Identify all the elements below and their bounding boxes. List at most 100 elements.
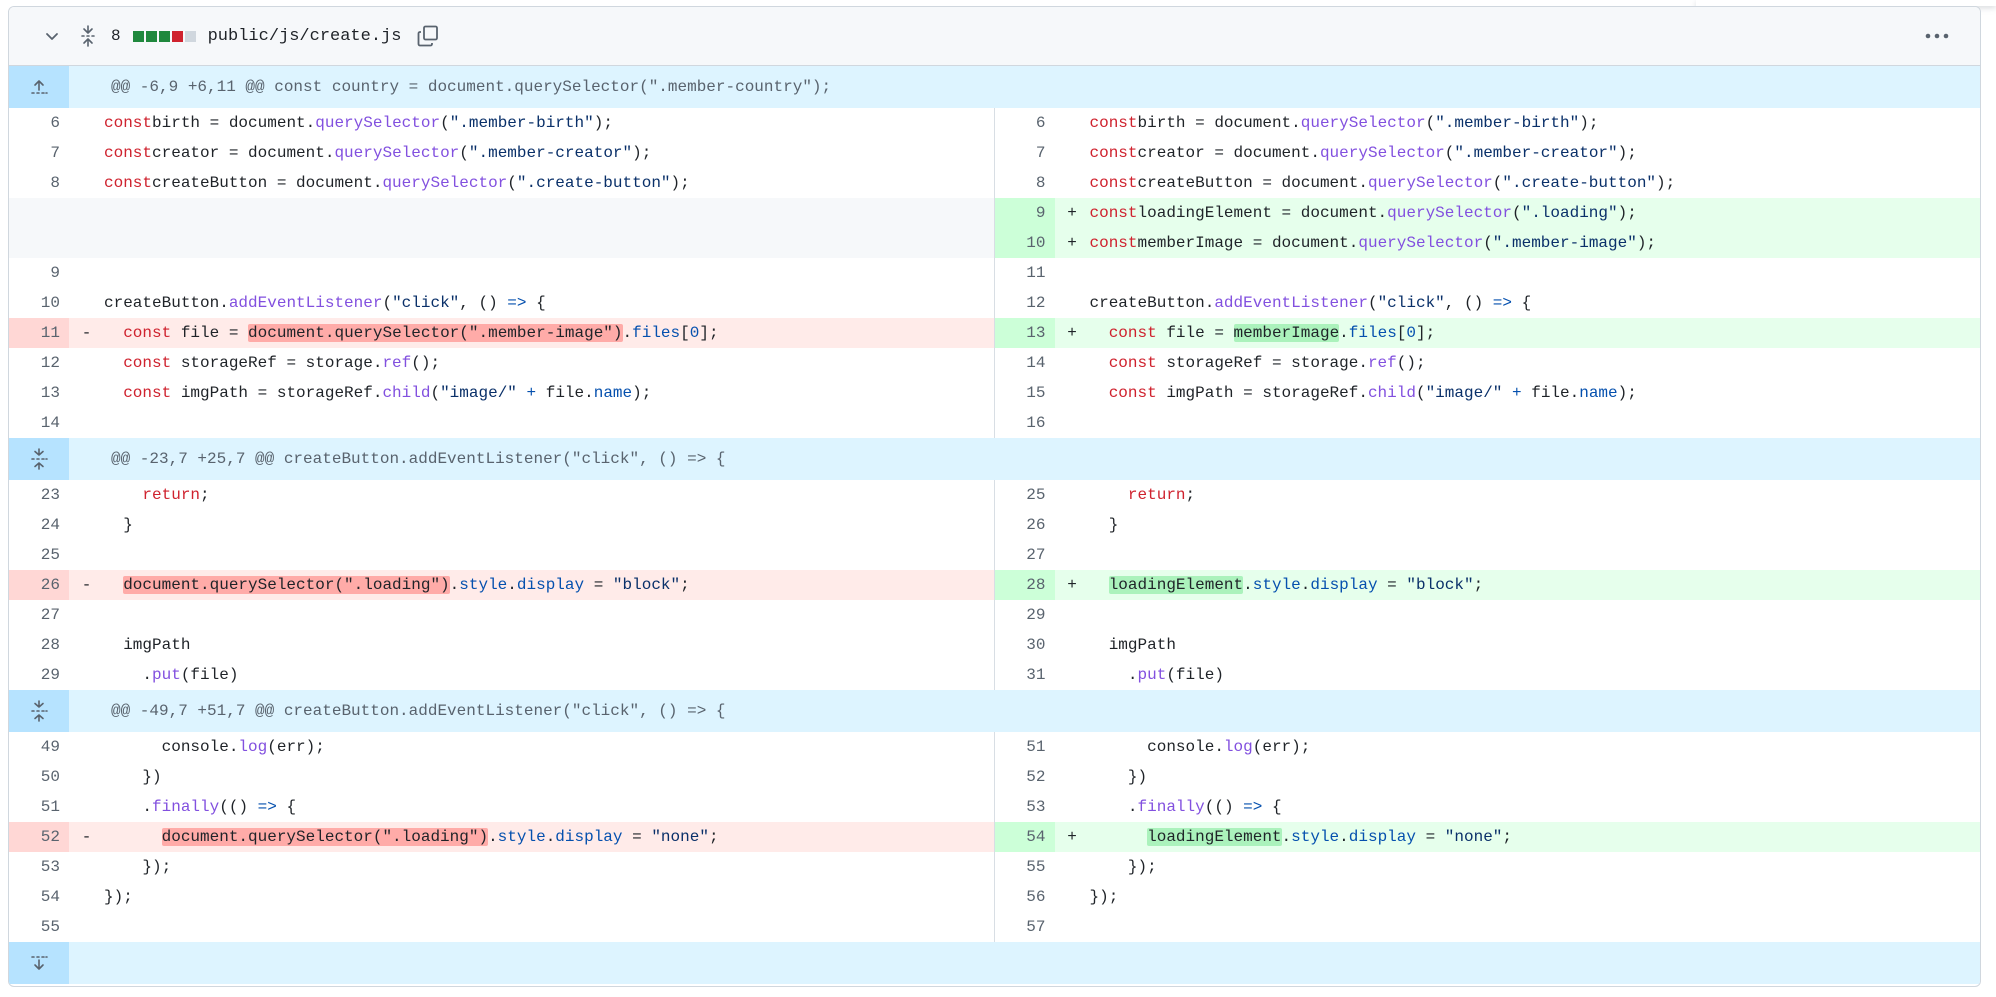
right-cell: 11 <box>995 258 1981 288</box>
line-number[interactable]: 28 <box>994 570 1055 600</box>
line-number[interactable]: 54 <box>9 882 69 912</box>
line-number[interactable]: 25 <box>9 540 69 570</box>
line-number[interactable]: 52 <box>995 762 1055 792</box>
left-cell: 24 } <box>9 510 995 540</box>
left-cell: 55 <box>9 912 995 942</box>
code-text: imgPath <box>1089 636 1176 654</box>
line-number[interactable]: 27 <box>995 540 1055 570</box>
line-number[interactable]: 8 <box>995 168 1055 198</box>
code-text: . <box>104 798 153 816</box>
code-text: (err); <box>1252 738 1311 756</box>
line-number[interactable]: 51 <box>995 732 1055 762</box>
code-token-hl-add: loadingElement <box>1108 576 1244 594</box>
left-cell: 7 constcreator = document.querySelector("… <box>9 138 995 168</box>
line-number[interactable]: 29 <box>995 600 1055 630</box>
unfold-icon[interactable] <box>9 438 69 480</box>
code-text: ); <box>1656 174 1676 192</box>
code-token-kw: const <box>104 174 153 192</box>
file-path[interactable]: public/js/create.js <box>208 27 402 46</box>
diff-marker <box>1055 630 1090 660</box>
code-token-kw: const <box>123 384 172 402</box>
code-token-prop: display <box>555 828 623 846</box>
right-cell: 25 return; <box>995 480 1981 510</box>
line-number[interactable]: 23 <box>9 480 69 510</box>
code-text: ; <box>1185 486 1196 504</box>
line-number[interactable]: 11 <box>9 318 69 348</box>
code-text: birth = document. <box>1137 114 1301 132</box>
line-number[interactable]: 56 <box>995 882 1055 912</box>
unfold-icon[interactable] <box>9 690 69 732</box>
diff-marker <box>69 288 104 318</box>
diff-marker <box>1055 732 1090 762</box>
line-number[interactable]: 57 <box>995 912 1055 942</box>
line-number[interactable]: 7 <box>995 138 1055 168</box>
line-number[interactable]: 6 <box>995 108 1055 138</box>
line-number[interactable]: 11 <box>995 258 1055 288</box>
line-number[interactable]: 12 <box>995 288 1055 318</box>
line-number[interactable]: 49 <box>9 732 69 762</box>
diff-marker <box>69 510 104 540</box>
line-number[interactable]: 55 <box>9 912 69 942</box>
line-number[interactable]: 9 <box>9 258 69 288</box>
line-number[interactable]: 27 <box>9 600 69 630</box>
left-cell: 11- const file = document.querySelector(… <box>9 318 995 348</box>
line-number[interactable]: 13 <box>9 378 69 408</box>
code-token-prop: display <box>1348 828 1416 846</box>
line-number[interactable]: 6 <box>9 108 69 138</box>
line-number[interactable]: 7 <box>9 138 69 168</box>
line-number[interactable]: 24 <box>9 510 69 540</box>
line-number[interactable]: 28 <box>9 630 69 660</box>
code-token-op: => <box>1243 798 1263 816</box>
right-cell: 56}); <box>995 882 1981 912</box>
code-line: return; <box>104 480 994 510</box>
diff-row: 25 27 <box>9 540 1980 570</box>
left-cell: 23 return; <box>9 480 995 510</box>
line-number[interactable]: 50 <box>9 762 69 792</box>
line-number[interactable]: 51 <box>9 792 69 822</box>
line-number[interactable]: 53 <box>9 852 69 882</box>
line-number[interactable]: 54 <box>994 822 1055 852</box>
unfold-icon[interactable] <box>77 23 99 49</box>
diff-table: @@ -6,9 +6,11 @@ const country = documen… <box>9 66 1980 984</box>
code-token-prop: display <box>516 576 585 594</box>
line-number[interactable]: 10 <box>994 228 1055 258</box>
line-number[interactable] <box>9 228 69 258</box>
line-number[interactable]: 26 <box>9 570 69 600</box>
diff-marker: + <box>1067 234 1077 252</box>
line-number[interactable]: 8 <box>9 168 69 198</box>
code-text: ); <box>1636 234 1657 252</box>
code-text: imgPath <box>104 636 191 654</box>
chevron-down-icon[interactable] <box>41 25 63 47</box>
line-number[interactable]: 13 <box>994 318 1055 348</box>
line-number[interactable]: 55 <box>995 852 1055 882</box>
code-text: { <box>276 798 297 816</box>
fold-down-icon[interactable] <box>9 942 69 984</box>
line-number[interactable]: 12 <box>9 348 69 378</box>
right-cell: 27 <box>995 540 1981 570</box>
line-number[interactable]: 16 <box>995 408 1055 438</box>
code-token-str: "block" <box>612 576 681 594</box>
copy-icon[interactable] <box>415 23 441 49</box>
code-text: ( <box>1415 384 1426 402</box>
line-number[interactable]: 30 <box>995 630 1055 660</box>
line-number[interactable]: 9 <box>994 198 1055 228</box>
line-number[interactable]: 25 <box>995 480 1055 510</box>
line-number[interactable]: 29 <box>9 660 69 690</box>
line-number[interactable]: 53 <box>995 792 1055 822</box>
line-number[interactable]: 26 <box>995 510 1055 540</box>
code-text: , () <box>1444 294 1493 312</box>
diff-marker: + <box>1067 324 1077 342</box>
line-number[interactable]: 14 <box>995 348 1055 378</box>
line-number[interactable]: 10 <box>9 288 69 318</box>
diff-row: 27 29 <box>9 600 1980 630</box>
line-number[interactable]: 15 <box>995 378 1055 408</box>
left-cell: 14 <box>9 408 995 438</box>
line-number[interactable]: 52 <box>9 822 69 852</box>
line-number[interactable]: 31 <box>995 660 1055 690</box>
fold-up-icon[interactable] <box>9 66 69 108</box>
line-number[interactable]: 14 <box>9 408 69 438</box>
kebab-horizontal-icon[interactable] <box>1924 25 1950 47</box>
code-line: }); <box>104 852 994 882</box>
line-number[interactable] <box>9 198 69 228</box>
